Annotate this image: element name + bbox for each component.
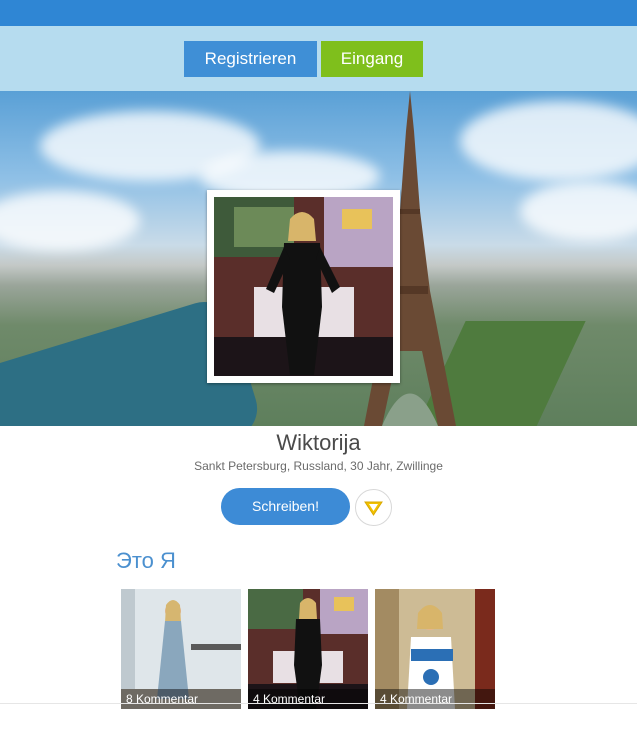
v-badge-icon (364, 501, 383, 516)
divider (0, 703, 637, 704)
photo-thumbnail[interactable]: 4 Kommentar (375, 589, 495, 709)
vip-button[interactable] (355, 489, 392, 526)
profile-avatar[interactable] (207, 190, 400, 383)
profile-photo-image (214, 197, 393, 376)
photo-comments-count: 4 Kommentar (375, 689, 495, 709)
register-button[interactable]: Registrieren (184, 41, 317, 77)
write-message-button[interactable]: Schreiben! (221, 488, 350, 525)
about-section-title: Это Я (116, 548, 176, 573)
profile-details: Sankt Petersburg, Russland, 30 Jahr, Zwi… (194, 459, 443, 473)
photo-comments-count: 8 Kommentar (121, 689, 241, 709)
photo-thumbnail[interactable]: 8 Kommentar (121, 589, 241, 709)
auth-bar: Registrieren Eingang (0, 26, 637, 91)
login-button[interactable]: Eingang (321, 41, 423, 77)
profile-name: Wiktorija (276, 430, 361, 455)
top-bar (0, 0, 637, 26)
photo-thumbnail[interactable]: 4 Kommentar (248, 589, 368, 709)
photo-comments-count: 4 Kommentar (248, 689, 368, 709)
